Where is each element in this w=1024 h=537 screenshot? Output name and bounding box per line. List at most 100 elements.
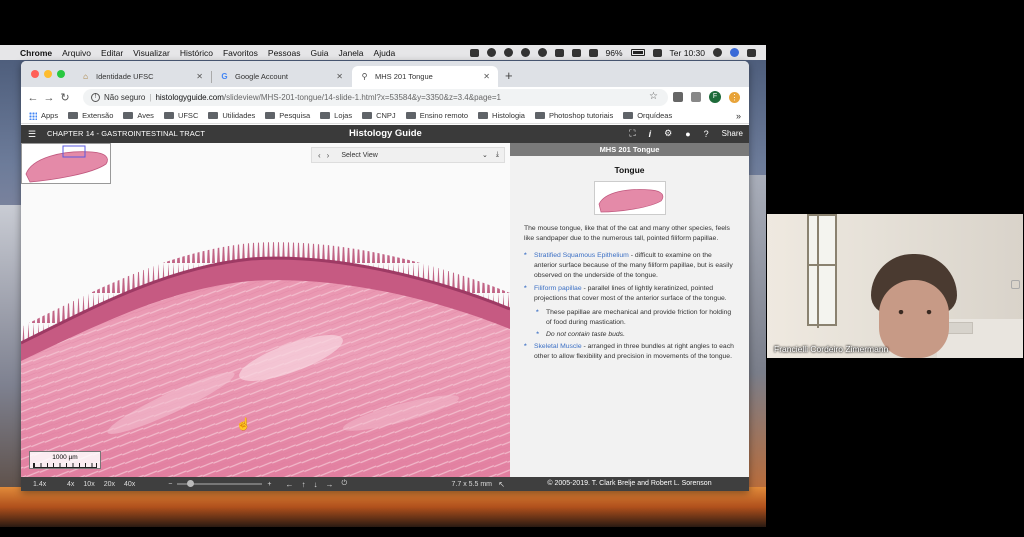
tongue-thumbnail[interactable] [593, 181, 666, 216]
menu-visualizar[interactable]: Visualizar [133, 48, 170, 58]
zoom-40x-button[interactable]: 40x [124, 481, 135, 488]
bookmark-label: Pesquisa [279, 111, 311, 120]
help-icon[interactable]: ? [704, 129, 709, 139]
hamburger-menu-icon[interactable]: ☰ [28, 129, 36, 140]
url-path[interactable]: /slideview/MHS-201-tongue/14-slide-1.htm… [224, 93, 501, 102]
time-machine-icon[interactable] [537, 48, 547, 57]
url-host[interactable]: histologyguide.com [155, 93, 223, 102]
menu-chrome[interactable]: Chrome [20, 48, 52, 58]
bookmark-star-icon[interactable]: ☆ [649, 91, 658, 102]
bookmark-ensino-remoto[interactable]: Ensino remoto [405, 111, 468, 120]
bookmark-lojas[interactable]: Lojas [320, 111, 352, 120]
tab-close-icon[interactable]: ✕ [196, 72, 203, 81]
fullscreen-icon[interactable]: ⛶ [629, 128, 635, 139]
wifi-icon[interactable] [571, 48, 581, 57]
bookmark-extensao[interactable]: Extensão [68, 111, 113, 120]
extension-icon[interactable] [673, 92, 683, 102]
tissue-image[interactable] [21, 143, 510, 477]
zoom-4x-button[interactable]: 4x [67, 481, 74, 488]
zoom-slider-knob[interactable] [187, 480, 195, 487]
cloud-icon[interactable] [503, 48, 513, 57]
bookmark-cnpj[interactable]: CNPJ [362, 111, 396, 120]
settings-icon[interactable]: ⚙ [664, 128, 672, 139]
address-bar[interactable]: ! Não seguro | histologyguide.com /slide… [83, 89, 668, 106]
close-window-icon[interactable] [31, 70, 39, 78]
zoom-10x-button[interactable]: 10x [83, 481, 94, 488]
tab-identidade-ufsc[interactable]: ⌂ Identidade UFSC ✕ [73, 66, 211, 87]
siri-icon[interactable] [730, 48, 739, 57]
bookmarks-overflow-icon[interactable]: » [736, 111, 741, 121]
participant-video-tile[interactable]: Francielli Cordeiro Zimermann [767, 214, 1023, 358]
menu-clock[interactable]: Ter 10:30 [670, 48, 705, 58]
bookmark-pesquisa[interactable]: Pesquisa [265, 111, 310, 120]
back-arrow-icon[interactable]: ← [25, 92, 41, 104]
menu-pessoas[interactable]: Pessoas [268, 48, 301, 58]
select-view-dropdown[interactable]: ‹› Select View ⌄ ⤓ [311, 147, 505, 163]
bookmark-orquideas[interactable]: Orquídeas [623, 111, 672, 120]
zoom-out-icon[interactable]: − [168, 481, 172, 488]
menu-janela[interactable]: Janela [338, 48, 363, 58]
tab-close-icon[interactable]: ✕ [336, 72, 343, 81]
menu-ajuda[interactable]: Ajuda [374, 48, 396, 58]
menu-historico[interactable]: Histórico [180, 48, 213, 58]
bookmark-aves[interactable]: Aves [123, 111, 154, 120]
volume-icon[interactable] [588, 48, 598, 57]
link-filiform-papillae[interactable]: Filiform papillae [534, 285, 582, 292]
puzzle-extensions-icon[interactable] [691, 92, 701, 102]
notification-center-icon[interactable] [747, 48, 756, 57]
user-sync-icon[interactable] [486, 48, 496, 57]
minimize-window-icon[interactable] [44, 70, 52, 78]
tab-google-account[interactable]: G Google Account ✕ [212, 66, 351, 87]
pin-video-icon[interactable] [1011, 280, 1020, 289]
battery-percent[interactable]: 96% [606, 48, 623, 58]
maximize-window-icon[interactable] [57, 70, 65, 78]
menu-arquivo[interactable]: Arquivo [62, 48, 91, 58]
bookmark-label: Utilidades [222, 111, 256, 120]
dropbox-icon[interactable] [469, 48, 479, 57]
chapter-title[interactable]: CHAPTER 14 - GASTROINTESTINAL TRACT [47, 129, 205, 138]
menu-editar[interactable]: Editar [101, 48, 123, 58]
battery-icon[interactable] [630, 49, 645, 56]
menu-favoritos[interactable]: Favoritos [223, 48, 258, 58]
pan-arrows[interactable]: ←↑↓→ [285, 480, 341, 489]
info-icon[interactable]: i [649, 129, 652, 139]
warning-icon[interactable]: ! [91, 93, 100, 102]
download-icon[interactable]: ⤓ [496, 151, 499, 159]
bookmark-photoshop-tutoriais[interactable]: Photoshop tutoriais [534, 111, 613, 120]
tab-close-icon[interactable]: ✕ [483, 72, 490, 81]
zoom-in-icon[interactable]: + [267, 481, 271, 488]
expand-icon[interactable]: ↖ [498, 480, 505, 489]
menu-guia[interactable]: Guia [311, 48, 329, 58]
link-skeletal-muscle[interactable]: Skeletal Muscle [534, 343, 582, 350]
user-icon[interactable]: ● [685, 129, 690, 139]
bookmark-apps[interactable]: Apps [29, 111, 58, 120]
new-tab-button[interactable]: + [505, 68, 513, 83]
bookmark-ufsc[interactable]: UFSC [163, 111, 198, 120]
slide-viewer[interactable]: ‹› Select View ⌄ ⤓ 1000 µm ☝ [21, 143, 510, 477]
security-label[interactable]: Não seguro [104, 93, 145, 102]
share-button[interactable]: Share [722, 129, 743, 138]
spotlight-icon[interactable] [713, 48, 722, 57]
slide-dimensions: 7.7 x 5.5 mm [451, 480, 492, 488]
overview-thumbnail[interactable] [21, 143, 111, 184]
select-view-label[interactable]: Select View [341, 152, 482, 159]
tab-mhs-201-tongue[interactable]: ⚲ MHS 201 Tongue ✕ [352, 66, 498, 87]
rotate-icon[interactable]: ⏻ [341, 480, 347, 488]
reload-icon[interactable]: ↻ [57, 91, 73, 104]
site-title[interactable]: Histology Guide [349, 128, 422, 139]
update-menu-icon[interactable]: ⋮ [729, 91, 740, 103]
sync-icon[interactable] [520, 48, 530, 57]
forward-arrow-icon[interactable]: → [41, 92, 57, 104]
prev-next-view-icon[interactable]: ‹› [318, 151, 335, 160]
bluetooth-icon[interactable] [554, 48, 564, 57]
chevron-down-icon[interactable]: ⌄ [482, 151, 488, 159]
zoom-slider[interactable] [177, 480, 263, 487]
bookmark-histologia[interactable]: Histologia [478, 111, 525, 120]
profile-avatar[interactable]: F [709, 91, 721, 103]
bookmark-utilidades[interactable]: Utilidades [208, 111, 255, 120]
link-stratified-squamous-epithelium[interactable]: Stratified Squamous Epithelium [534, 252, 629, 259]
wallpaper-mountain-right [748, 175, 766, 505]
extension-icons: F ⋮ [673, 91, 740, 103]
zoom-20x-button[interactable]: 20x [104, 481, 115, 488]
flag-icon[interactable] [652, 48, 662, 57]
